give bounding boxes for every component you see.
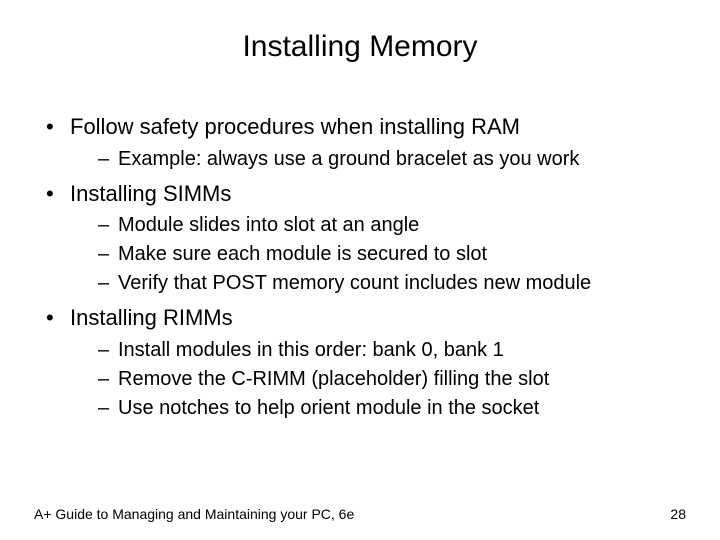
footer: A+ Guide to Managing and Maintaining you… <box>34 506 686 522</box>
slide: Installing Memory Follow safety procedur… <box>0 0 720 540</box>
bullet-text: Module slides into slot at an angle <box>118 214 419 236</box>
bullet-text: Installing SIMMs <box>70 181 231 206</box>
list-item: Installing RIMMs Install modules in this… <box>46 303 686 422</box>
sub-list: Module slides into slot at an angle Make… <box>70 212 686 297</box>
sub-list: Example: always use a ground bracelet as… <box>70 146 686 173</box>
list-item: Remove the C-RIMM (placeholder) filling … <box>98 366 686 393</box>
bullet-list: Follow safety procedures when installing… <box>34 112 686 422</box>
list-item: Install modules in this order: bank 0, b… <box>98 337 686 364</box>
list-item: Follow safety procedures when installing… <box>46 112 686 173</box>
sub-list: Install modules in this order: bank 0, b… <box>70 337 686 422</box>
list-item: Installing SIMMs Module slides into slot… <box>46 179 686 298</box>
list-item: Verify that POST memory count includes n… <box>98 270 686 297</box>
page-number: 28 <box>670 506 686 522</box>
list-item: Module slides into slot at an angle <box>98 212 686 239</box>
slide-title: Installing Memory <box>34 30 686 64</box>
footer-source: A+ Guide to Managing and Maintaining you… <box>34 506 354 522</box>
bullet-text: Verify that POST memory count includes n… <box>118 272 591 294</box>
bullet-text: Installing RIMMs <box>70 305 233 330</box>
bullet-text: Install modules in this order: bank 0, b… <box>118 339 504 361</box>
bullet-text: Use notches to help orient module in the… <box>118 397 539 419</box>
bullet-text: Make sure each module is secured to slot <box>118 243 487 265</box>
bullet-text: Example: always use a ground bracelet as… <box>118 148 579 170</box>
bullet-text: Remove the C-RIMM (placeholder) filling … <box>118 368 549 390</box>
list-item: Use notches to help orient module in the… <box>98 395 686 422</box>
list-item: Example: always use a ground bracelet as… <box>98 146 686 173</box>
list-item: Make sure each module is secured to slot <box>98 241 686 268</box>
bullet-text: Follow safety procedures when installing… <box>70 114 520 139</box>
